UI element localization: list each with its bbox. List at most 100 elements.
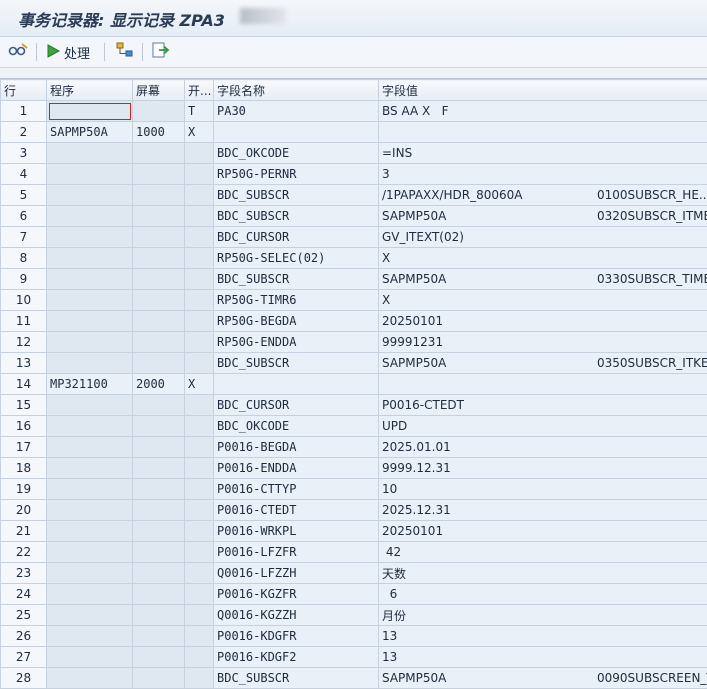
- table-row[interactable]: 27P0016-KDGF213: [1, 647, 707, 668]
- field-name-cell[interactable]: PA30: [214, 101, 379, 122]
- col-header-field-name[interactable]: 字段名称: [214, 80, 379, 101]
- row-number[interactable]: 10: [1, 290, 47, 311]
- field-value-cell[interactable]: X: [379, 248, 707, 269]
- screen-cell[interactable]: [133, 605, 185, 626]
- hierarchy-button[interactable]: [116, 41, 134, 63]
- field-name-cell[interactable]: Q0016-KGZZH: [214, 605, 379, 626]
- table-row[interactable]: 26P0016-KDGFR13: [1, 626, 707, 647]
- field-name-cell[interactable]: P0016-BEGDA: [214, 437, 379, 458]
- screen-cell[interactable]: [133, 668, 185, 689]
- start-flag-cell[interactable]: [185, 227, 214, 248]
- row-number[interactable]: 18: [1, 458, 47, 479]
- program-cell[interactable]: [47, 311, 133, 332]
- screen-cell[interactable]: [133, 290, 185, 311]
- field-value-cell[interactable]: 9999.12.31: [379, 458, 707, 479]
- field-value-cell[interactable]: X: [379, 290, 707, 311]
- program-cell[interactable]: MP321100: [47, 374, 133, 395]
- field-value-cell[interactable]: SAPMP50A0090SUBSCREEN_T582C: [379, 668, 707, 689]
- program-cell[interactable]: [47, 332, 133, 353]
- start-flag-cell[interactable]: [185, 458, 214, 479]
- start-flag-cell[interactable]: [185, 479, 214, 500]
- screen-cell[interactable]: [133, 458, 185, 479]
- table-row[interactable]: 15BDC_CURSORP0016-CTEDT: [1, 395, 707, 416]
- program-cell[interactable]: [47, 563, 133, 584]
- export-button[interactable]: [152, 41, 170, 63]
- start-flag-cell[interactable]: X: [185, 122, 214, 143]
- start-flag-cell[interactable]: [185, 395, 214, 416]
- table-row[interactable]: 20P0016-CTEDT2025.12.31: [1, 500, 707, 521]
- table-row[interactable]: 1TPA30BS AA X F: [1, 101, 707, 122]
- screen-cell[interactable]: [133, 500, 185, 521]
- row-number[interactable]: 23: [1, 563, 47, 584]
- start-flag-cell[interactable]: [185, 332, 214, 353]
- table-row[interactable]: 9BDC_SUBSCRSAPMP50A0330SUBSCR_TIME: [1, 269, 707, 290]
- field-value-cell[interactable]: 10: [379, 479, 707, 500]
- table-row[interactable]: 25Q0016-KGZZH月份: [1, 605, 707, 626]
- program-cell[interactable]: [47, 143, 133, 164]
- col-header-start[interactable]: 开...: [185, 80, 214, 101]
- start-flag-cell[interactable]: X: [185, 374, 214, 395]
- table-row[interactable]: 7BDC_CURSORGV_ITEXT(02): [1, 227, 707, 248]
- program-cell[interactable]: [47, 521, 133, 542]
- field-value-cell[interactable]: SAPMP50A0350SUBSCR_ITKEYS: [379, 353, 707, 374]
- col-header-row[interactable]: 行: [1, 80, 47, 101]
- row-number[interactable]: 17: [1, 437, 47, 458]
- field-name-cell[interactable]: BDC_SUBSCR: [214, 269, 379, 290]
- table-row[interactable]: 24P0016-KGZFR 6: [1, 584, 707, 605]
- table-row[interactable]: 14MP3211002000X: [1, 374, 707, 395]
- field-name-cell[interactable]: RP50G-BEGDA: [214, 311, 379, 332]
- program-cell[interactable]: [47, 458, 133, 479]
- row-number[interactable]: 12: [1, 332, 47, 353]
- screen-cell[interactable]: [133, 101, 185, 122]
- screen-cell[interactable]: 1000: [133, 122, 185, 143]
- program-cell[interactable]: [47, 164, 133, 185]
- program-cell[interactable]: [47, 542, 133, 563]
- row-number[interactable]: 24: [1, 584, 47, 605]
- row-number[interactable]: 16: [1, 416, 47, 437]
- process-button[interactable]: 处理: [46, 41, 90, 63]
- program-cell[interactable]: [47, 227, 133, 248]
- screen-cell[interactable]: [133, 248, 185, 269]
- program-cell[interactable]: [47, 353, 133, 374]
- screen-cell[interactable]: [133, 395, 185, 416]
- field-name-cell[interactable]: P0016-WRKPL: [214, 521, 379, 542]
- edit-button[interactable]: [8, 41, 28, 63]
- field-value-cell[interactable]: [379, 374, 707, 395]
- field-name-cell[interactable]: RP50G-SELEC(02): [214, 248, 379, 269]
- row-number[interactable]: 7: [1, 227, 47, 248]
- row-number[interactable]: 2: [1, 122, 47, 143]
- start-flag-cell[interactable]: [185, 605, 214, 626]
- field-name-cell[interactable]: BDC_SUBSCR: [214, 668, 379, 689]
- field-value-cell[interactable]: /1PAPAXX/HDR_80060A0100SUBSCR_HE...: [379, 185, 707, 206]
- table-row[interactable]: 6BDC_SUBSCRSAPMP50A0320SUBSCR_ITMENU: [1, 206, 707, 227]
- field-value-cell[interactable]: SAPMP50A0320SUBSCR_ITMENU: [379, 206, 707, 227]
- field-name-cell[interactable]: BDC_OKCODE: [214, 416, 379, 437]
- program-cell[interactable]: SAPMP50A: [47, 122, 133, 143]
- row-number[interactable]: 8: [1, 248, 47, 269]
- start-flag-cell[interactable]: [185, 248, 214, 269]
- col-header-screen[interactable]: 屏幕: [133, 80, 185, 101]
- screen-cell[interactable]: [133, 143, 185, 164]
- row-number[interactable]: 22: [1, 542, 47, 563]
- start-flag-cell[interactable]: [185, 521, 214, 542]
- row-number[interactable]: 9: [1, 269, 47, 290]
- program-cell[interactable]: [47, 416, 133, 437]
- field-value-cell[interactable]: 99991231: [379, 332, 707, 353]
- start-flag-cell[interactable]: [185, 668, 214, 689]
- start-flag-cell[interactable]: [185, 311, 214, 332]
- field-name-cell[interactable]: RP50G-PERNR: [214, 164, 379, 185]
- table-row[interactable]: 3BDC_OKCODE=INS: [1, 143, 707, 164]
- table-row[interactable]: 12RP50G-ENDDA99991231: [1, 332, 707, 353]
- field-name-cell[interactable]: P0016-LFZFR: [214, 542, 379, 563]
- start-flag-cell[interactable]: [185, 542, 214, 563]
- start-flag-cell[interactable]: [185, 143, 214, 164]
- start-flag-cell[interactable]: [185, 269, 214, 290]
- start-flag-cell[interactable]: [185, 647, 214, 668]
- row-number[interactable]: 13: [1, 353, 47, 374]
- field-value-cell[interactable]: 3: [379, 164, 707, 185]
- start-flag-cell[interactable]: [185, 290, 214, 311]
- start-flag-cell[interactable]: [185, 563, 214, 584]
- table-row[interactable]: 8 RP50G-SELEC(02)X: [1, 248, 707, 269]
- row-number[interactable]: 6: [1, 206, 47, 227]
- screen-cell[interactable]: [133, 416, 185, 437]
